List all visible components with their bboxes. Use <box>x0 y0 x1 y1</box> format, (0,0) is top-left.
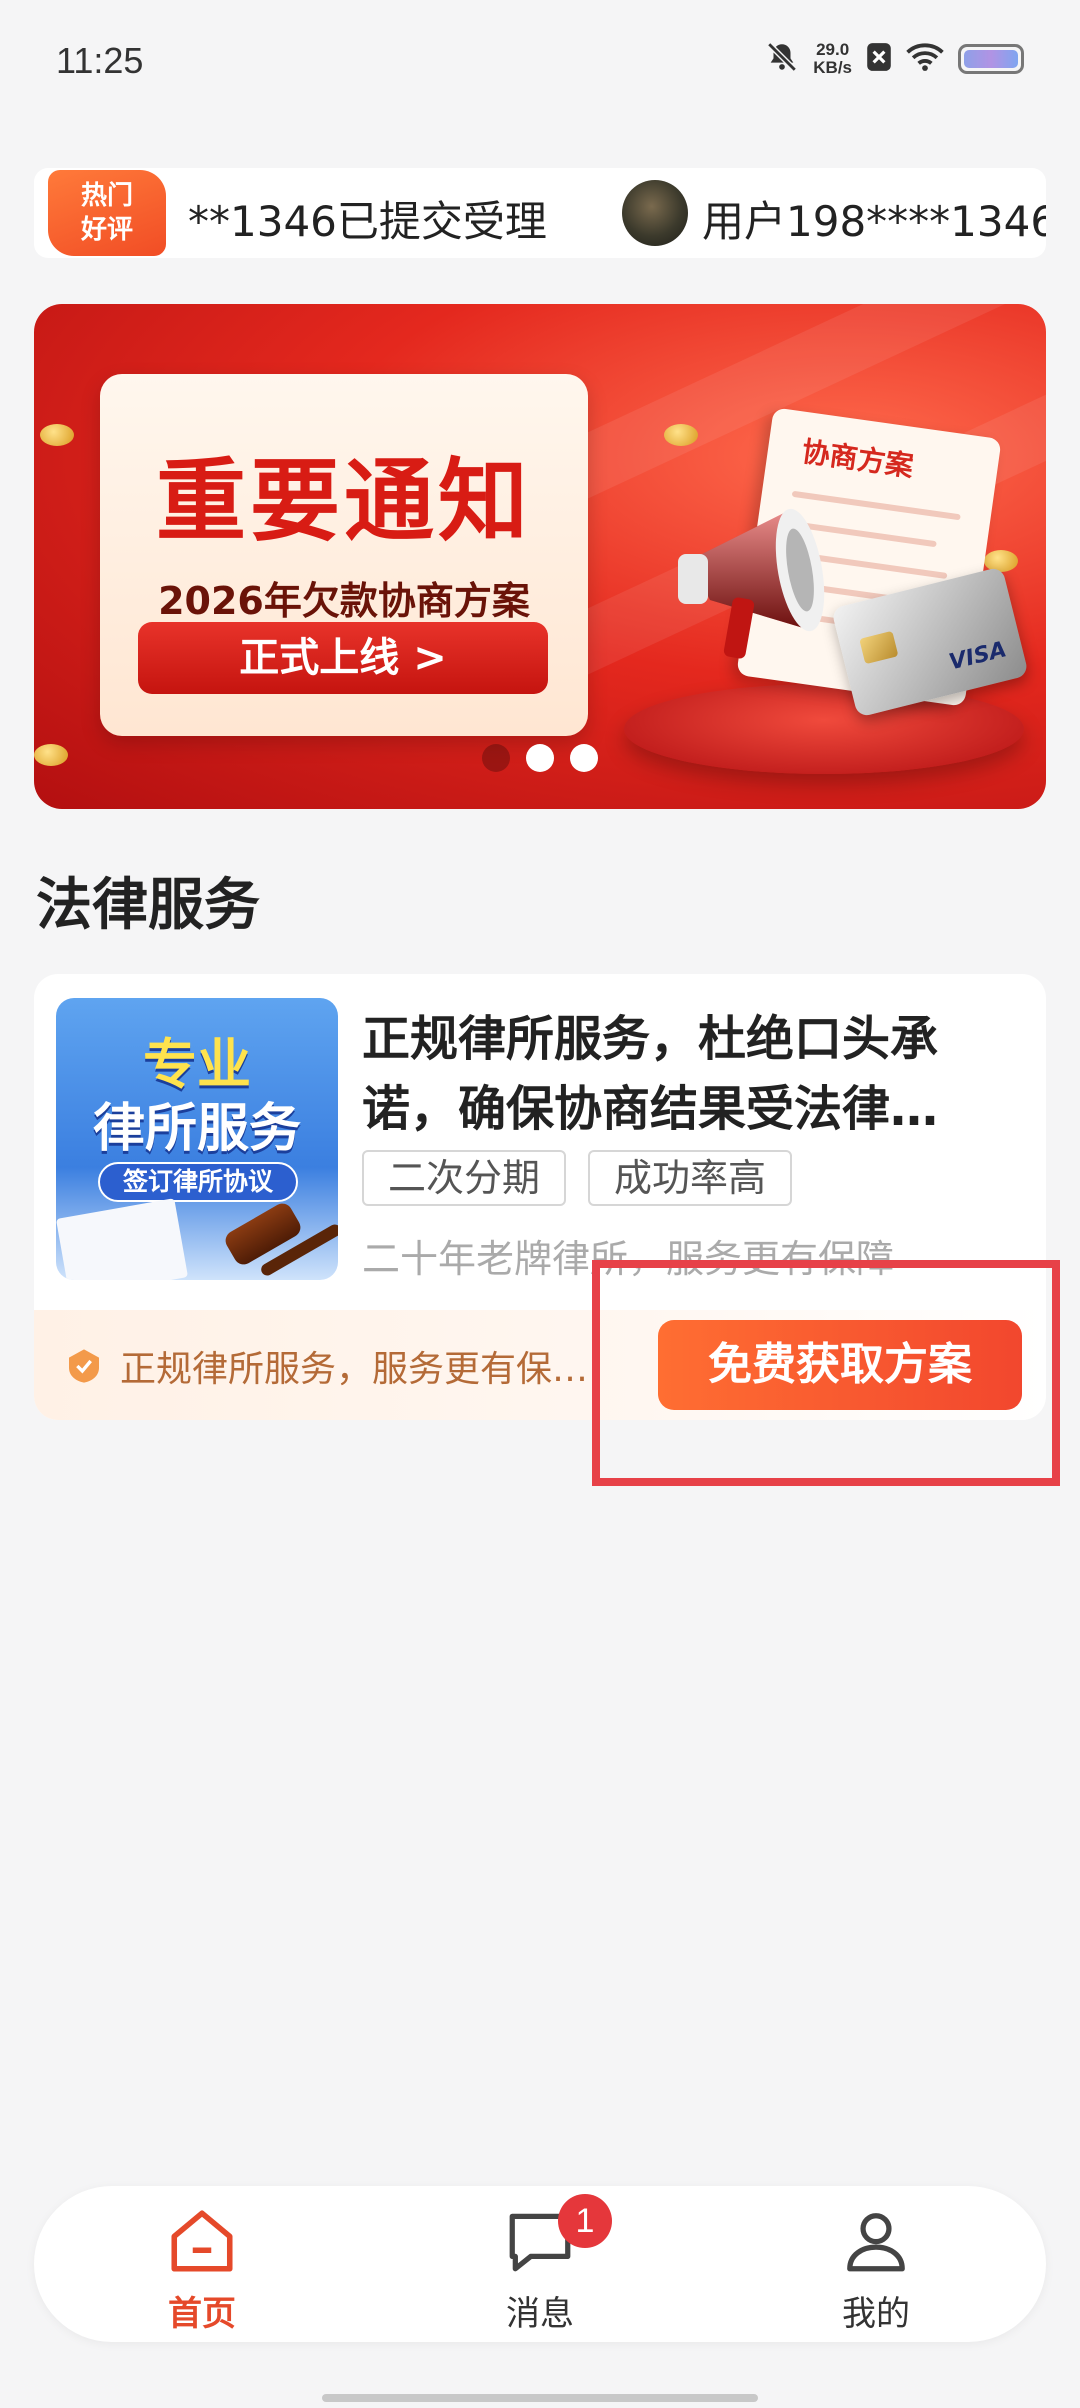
card-chip <box>859 630 899 665</box>
tab-profile[interactable]: 我的 <box>776 2204 976 2335</box>
tab-label: 我的 <box>842 2294 910 2334</box>
home-indicator[interactable] <box>322 2394 758 2402</box>
hot-badge-line1: 热门 <box>80 181 133 211</box>
hot-badge-line2: 好评 <box>80 215 133 245</box>
banner-launch-button[interactable]: 正式上线 > <box>138 622 548 694</box>
hot-review-badge: 热门 好评 <box>48 170 166 256</box>
service-title: 正规律所服务，杜绝口头承 诺，确保协商结果受法律… <box>362 1004 1026 1144</box>
card-brand: VISA <box>946 637 1010 676</box>
thumbnail-heading: 律所服务 <box>92 1099 301 1159</box>
home-icon <box>171 2210 233 2272</box>
banner-title: 重要通知 <box>156 449 532 554</box>
battery-level <box>964 50 1018 68</box>
tab-label: 消息 <box>506 2294 574 2334</box>
ticker-message: **1346已提交受理 <box>188 197 547 246</box>
service-footer-text: 正规律所服务，服务更有保… <box>120 1349 589 1390</box>
user-icon <box>847 2213 905 2272</box>
service-thumbnail: 专业 律所服务 签订律所协议 <box>56 998 338 1280</box>
badge-shield-icon <box>64 1346 104 1386</box>
megaphone-icon <box>660 480 860 659</box>
thumbnail-pill: 签订律所协议 <box>98 1162 298 1202</box>
bottom-tab-bar: 首页 消息 1 我的 <box>34 2186 1046 2342</box>
contract-paper-illustration <box>56 1198 189 1280</box>
document-label: 协商方案 <box>799 434 916 484</box>
carousel-dot[interactable] <box>570 744 598 772</box>
coin-icon <box>664 424 698 446</box>
unread-count-badge: 1 <box>558 2194 612 2248</box>
network-speed-value: 29.0 <box>816 40 850 59</box>
service-title-line: 诺，确保协商结果受法律… <box>362 1081 939 1137</box>
banner-subtitle: 2026年欠款协商方案 <box>158 579 530 623</box>
network-speed: 29.0 KB/s <box>813 41 852 77</box>
close-box-icon <box>866 42 892 76</box>
service-title-line: 正规律所服务，杜绝口头承 <box>362 1011 939 1067</box>
section-title: 法律服务 <box>36 873 260 938</box>
tab-home[interactable]: 首页 <box>102 2204 302 2335</box>
service-tag: 二次分期 <box>362 1150 567 1206</box>
status-icons: 29.0 KB/s <box>765 40 1024 78</box>
highlight-frame <box>592 1260 1060 1486</box>
coin-icon <box>40 424 74 446</box>
mute-bell-icon <box>765 40 799 78</box>
ticker-message: 用户198****1346 <box>702 197 1046 246</box>
battery-icon <box>958 44 1024 74</box>
tab-messages[interactable]: 消息 1 <box>440 2194 640 2335</box>
banner-notice-card: 重要通知 2026年欠款协商方案 正式上线 > <box>100 374 588 736</box>
carousel-dot-active[interactable] <box>482 744 510 772</box>
promo-banner[interactable]: 重要通知 2026年欠款协商方案 正式上线 > 协商方案 VISA <box>34 304 1046 809</box>
carousel-dots <box>482 744 598 772</box>
status-bar: 11:25 29.0 KB/s <box>0 0 1080 120</box>
network-speed-unit: KB/s <box>813 58 852 77</box>
user-avatar <box>622 180 688 246</box>
coin-icon <box>34 744 68 766</box>
activity-ticker: 热门 好评 **1346已提交受理 用户198****1346 <box>34 168 1046 258</box>
service-tag: 成功率高 <box>588 1150 793 1206</box>
status-time: 11:25 <box>56 40 144 81</box>
wifi-icon <box>906 42 944 76</box>
carousel-dot[interactable] <box>526 744 554 772</box>
tab-label: 首页 <box>168 2294 236 2334</box>
service-tags: 二次分期 成功率高 <box>362 1150 793 1206</box>
